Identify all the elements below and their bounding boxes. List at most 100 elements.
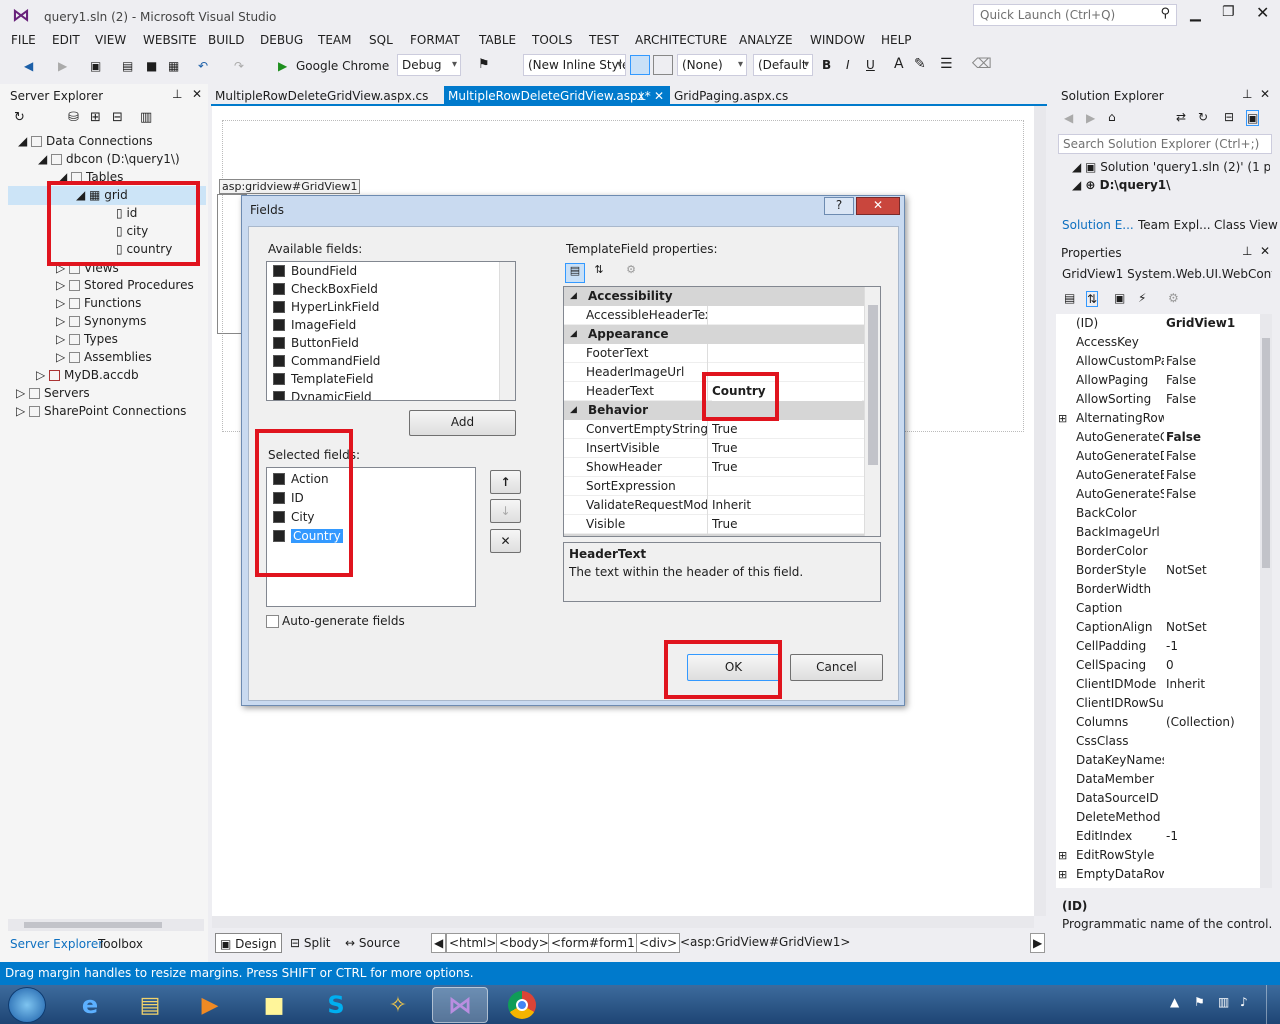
property-row[interactable]: Columns (Collection) [1062,713,1272,732]
volume-icon[interactable]: ♪ [1240,995,1248,1009]
panel-close-icon[interactable]: ✕ [1260,244,1270,258]
show-desktop-button[interactable] [1266,985,1280,1024]
style-manage-icon[interactable] [653,55,673,75]
property-row[interactable]: DataSourceID [1062,789,1272,808]
format-icon[interactable]: ⌫ [972,56,992,72]
attach-icon[interactable]: ⚑ [478,57,490,72]
tree-data-connections[interactable]: ◢ Data Connections [18,132,153,150]
property-row[interactable]: AllowSorting False [1062,390,1272,409]
collapse-icon[interactable]: ◢ [570,401,577,420]
properties-icon[interactable]: ▣ [1246,110,1260,126]
tree-dbcon[interactable]: ◢ dbcon (D:\query1\) [38,150,180,168]
horizontal-scrollbar[interactable] [8,919,204,931]
panel-close-icon[interactable]: ✕ [1260,87,1270,101]
tab-doc-aspx[interactable]: MultipleRowDeleteGridView.aspx* ⊥ ✕ [444,86,670,106]
se-back-icon[interactable]: ◀ [1064,111,1073,125]
tree-sharepoint[interactable]: ▷ SharePoint Connections [16,402,186,420]
alphabetical-icon[interactable]: ⇅ [589,263,609,283]
project-node[interactable]: ◢ ⊕ D:\query1\ [1072,178,1171,192]
properties-object-selector[interactable]: GridView1 System.Web.UI.WebCont [1062,267,1272,281]
expand-icon[interactable]: ⊞ [1058,846,1067,865]
collapse-icon[interactable]: ⊟ [1224,110,1234,124]
solution-search-input[interactable]: Search Solution Explorer (Ctrl+;) [1058,134,1272,154]
media-player-icon[interactable]: ▶ [182,987,238,1023]
property-row[interactable]: AllowCustomPa False [1062,352,1272,371]
property-row[interactable]: EditIndex -1 [1062,827,1272,846]
open-icon[interactable]: ▤ [122,56,133,76]
property-row[interactable]: AccessKey [1062,333,1272,352]
property-row[interactable]: SortExpression [564,477,864,496]
property-category[interactable]: ◢ Appearance [564,325,864,344]
property-value[interactable]: False [1166,485,1266,504]
menu-sql[interactable]: SQL [369,33,393,47]
events-icon[interactable]: ⚡ [1138,291,1146,305]
refresh-icon[interactable]: ↻ [1198,110,1208,124]
property-value[interactable]: False [1166,447,1266,466]
list-item[interactable]: BoundField [273,262,357,280]
tab-doc-paging[interactable]: GridPaging.aspx.cs [670,86,792,106]
crumb-next-button[interactable]: ▶ [1030,933,1046,953]
filter-icon[interactable]: ⊟ [112,110,123,125]
list-scrollbar[interactable] [499,262,515,400]
home-icon[interactable]: ⌂ [1108,110,1116,124]
skype-icon[interactable]: S [308,987,364,1023]
configuration-combo[interactable]: Debug [397,54,461,76]
internet-explorer-icon[interactable]: e [62,987,118,1023]
property-row[interactable]: ClientIDMode Inherit [1062,675,1272,694]
list-item-selected[interactable]: Country [273,527,343,545]
categorized-icon[interactable]: ▤ [1064,291,1075,305]
crumb-html[interactable]: <html> [446,933,500,953]
connect-db-icon[interactable]: ⛁ [68,110,79,125]
style-apply-icon[interactable] [630,55,650,75]
property-value[interactable]: -1 [1166,827,1266,846]
menu-help[interactable]: HELP [881,33,912,47]
property-row[interactable]: CssClass [1062,732,1272,751]
list-item[interactable]: ID [273,489,304,507]
new-project-icon[interactable]: ▣ [90,56,101,76]
back-icon[interactable]: ◀ [24,56,33,76]
bold-button[interactable]: B [822,58,831,72]
property-pages-icon[interactable]: ⚙ [621,263,641,283]
menu-view[interactable]: VIEW [95,33,126,47]
close-button[interactable]: ✕ [1256,3,1269,22]
ok-button[interactable]: OK [687,654,780,681]
list-item[interactable]: CommandField [273,352,380,370]
list-item[interactable]: DynamicField [273,388,372,400]
tab-toolbox[interactable]: Toolbox [98,937,143,951]
collapse-icon[interactable]: ◢ [570,325,577,344]
add-button[interactable]: Add [409,410,516,436]
tree-servers[interactable]: ▷ Servers [16,384,90,402]
tree-col-country[interactable]: ▯ country [116,240,172,258]
help-button[interactable]: ? [824,197,854,215]
property-grid-scrollbar[interactable] [864,287,880,536]
properties-scrollbar[interactable] [1260,314,1272,888]
property-value[interactable]: False [1166,390,1266,409]
cleaner-icon[interactable]: ✧ [370,987,426,1023]
underline-button[interactable]: U [866,58,875,72]
menu-table[interactable]: TABLE [479,33,516,47]
move-up-button[interactable]: ↑ [490,470,521,494]
crumb-prev-button[interactable]: ◀ [431,933,447,953]
categorized-icon[interactable]: ▤ [565,263,585,283]
crumb-gridview[interactable]: <asp:GridView#GridView1> [678,933,852,953]
undo-icon[interactable]: ↶ [198,56,208,76]
property-row[interactable]: AutoGenerateEcFalse [1062,466,1272,485]
menu-file[interactable]: FILE [11,33,36,47]
property-row[interactable]: CellPadding -1 [1062,637,1272,656]
cancel-button[interactable]: Cancel [790,654,883,681]
property-value[interactable]: NotSet [1166,618,1266,637]
property-value[interactable]: True [712,458,862,477]
dialog-close-button[interactable]: ✕ [856,197,900,215]
tab-pin-icon[interactable]: ⊥ [636,86,646,106]
target-rule-combo[interactable]: (None) [677,54,747,76]
property-value[interactable]: Inherit [712,496,862,515]
remove-button[interactable]: ✕ [490,529,521,553]
properties-view-icon[interactable]: ▣ [1114,291,1125,305]
font-combo[interactable]: (Default [753,54,813,76]
save-all-icon[interactable]: ▦ [168,56,179,76]
crumb-body[interactable]: <body> [496,933,552,953]
property-value[interactable]: True [712,420,862,439]
property-row[interactable]: BorderColor [1062,542,1272,561]
se-forward-icon[interactable]: ▶ [1086,111,1095,125]
tab-server-explorer[interactable]: Server Explorer [10,937,103,951]
